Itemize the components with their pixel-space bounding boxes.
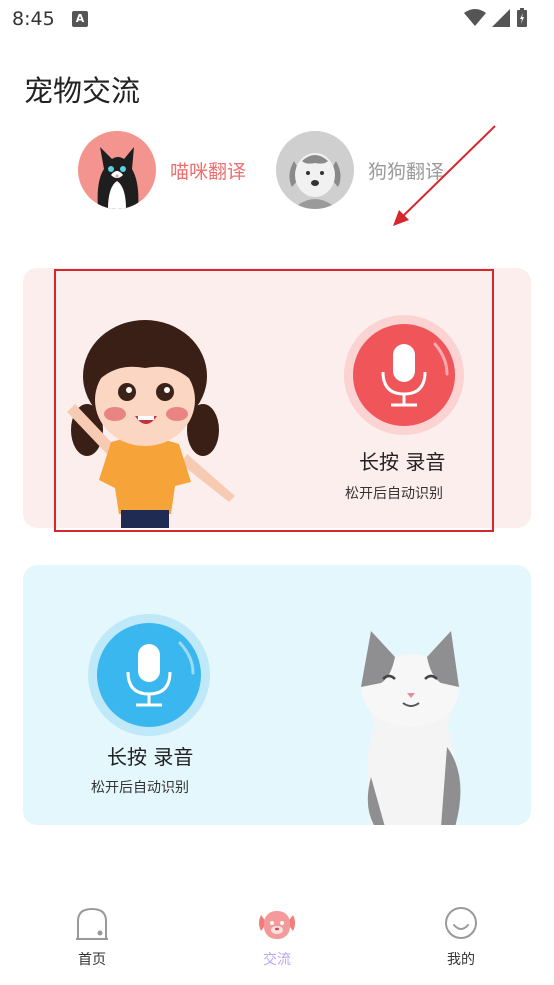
- record-card-cat: 长按 录音 松开后自动识别: [23, 565, 531, 825]
- notification-icon: A: [72, 11, 88, 27]
- status-bar: 8:45 A: [0, 0, 554, 40]
- status-time: 8:45: [12, 8, 55, 30]
- cat-illustration: [361, 631, 461, 825]
- record-title: 长按 录音: [359, 450, 446, 474]
- tab-chat[interactable]: 交流: [237, 905, 317, 969]
- bottom-tab-bar: 首页 交流 我的: [0, 905, 554, 985]
- tab-cat-translate[interactable]: 喵咪翻译: [78, 131, 246, 209]
- pet-chat-icon: [259, 911, 295, 939]
- signal-icon: [492, 9, 510, 27]
- tab-mine-label: 我的: [447, 952, 475, 968]
- cat-avatar: [78, 131, 156, 209]
- page-title: 宠物交流: [24, 74, 141, 108]
- status-icons: [464, 8, 528, 28]
- tab-chat-label: 交流: [263, 952, 291, 968]
- home-icon: [76, 907, 108, 940]
- record-title: 长按 录音: [107, 745, 194, 769]
- record-hint: 松开后自动识别: [345, 486, 443, 502]
- girl-illustration: [67, 320, 235, 528]
- mic-record-button[interactable]: [343, 314, 465, 436]
- cat-translate-label: 喵咪翻译: [170, 160, 247, 183]
- tab-home[interactable]: 首页: [52, 905, 132, 969]
- tab-home-label: 首页: [78, 952, 106, 968]
- mic-record-button[interactable]: [87, 613, 211, 737]
- wifi-icon: [464, 9, 486, 26]
- tab-mine[interactable]: 我的: [421, 905, 501, 969]
- battery-icon: [517, 8, 527, 27]
- smile-icon: [445, 907, 477, 939]
- dog-avatar: [276, 131, 354, 209]
- record-card-girl: 长按 录音 松开后自动识别: [23, 268, 531, 528]
- annotation-arrow: [393, 125, 496, 226]
- record-hint: 松开后自动识别: [91, 780, 189, 796]
